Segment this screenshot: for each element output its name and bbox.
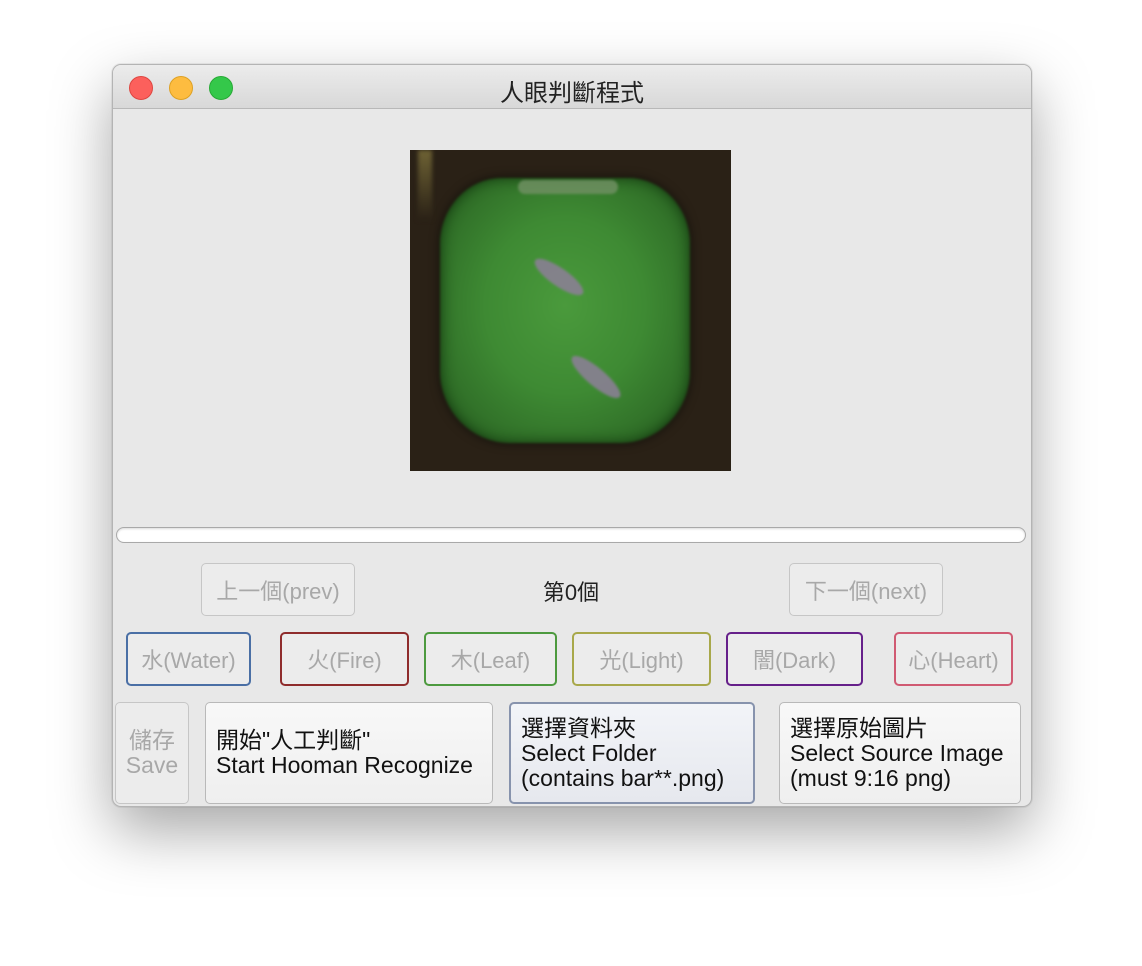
start-button-label-en: Start Hooman Recognize: [216, 752, 473, 778]
gem-preview-image: [410, 150, 731, 471]
water-button[interactable]: 水(Water): [126, 632, 251, 686]
select-source-label-zh: 選擇原始圖片: [790, 714, 928, 741]
app-window: 人眼判斷程式 上一個(prev) 第0個 下一個(next) 水(Water) …: [112, 64, 1032, 807]
progress-bar: [116, 527, 1026, 543]
save-button-label-en: Save: [125, 752, 179, 778]
light-button[interactable]: 光(Light): [572, 632, 711, 686]
select-source-image-button[interactable]: 選擇原始圖片 Select Source Image (must 9:16 pn…: [779, 702, 1021, 804]
window-title: 人眼判斷程式: [500, 80, 644, 107]
orb-spot: [566, 350, 626, 404]
orb-spot: [530, 252, 588, 302]
select-source-hint: (must 9:16 png): [790, 764, 952, 791]
select-folder-hint: (contains bar**.png): [521, 764, 725, 791]
dark-button[interactable]: 闇(Dark): [726, 632, 863, 686]
green-orb-image: [440, 178, 690, 443]
start-button-label-zh: 開始"人工判斷": [216, 727, 371, 753]
fire-button[interactable]: 火(Fire): [280, 632, 409, 686]
select-folder-label-en: Select Folder: [521, 739, 657, 766]
heart-button[interactable]: 心(Heart): [894, 632, 1013, 686]
leaf-button[interactable]: 木(Leaf): [424, 632, 557, 686]
start-recognize-button[interactable]: 開始"人工判斷" Start Hooman Recognize: [205, 702, 493, 804]
next-button[interactable]: 下一個(next): [789, 563, 943, 616]
select-folder-button[interactable]: 選擇資料夾 Select Folder (contains bar**.png): [509, 702, 755, 804]
orb-highlight: [518, 180, 618, 194]
image-background-detail: [418, 150, 432, 220]
image-counter: 第0個: [542, 580, 600, 605]
select-folder-label-zh: 選擇資料夾: [521, 714, 636, 741]
save-button[interactable]: 儲存 Save: [115, 702, 189, 804]
prev-button[interactable]: 上一個(prev): [201, 563, 355, 616]
title-bar[interactable]: 人眼判斷程式: [113, 65, 1031, 109]
save-button-label-zh: 儲存: [129, 727, 175, 753]
select-source-label-en: Select Source Image: [790, 739, 1004, 766]
